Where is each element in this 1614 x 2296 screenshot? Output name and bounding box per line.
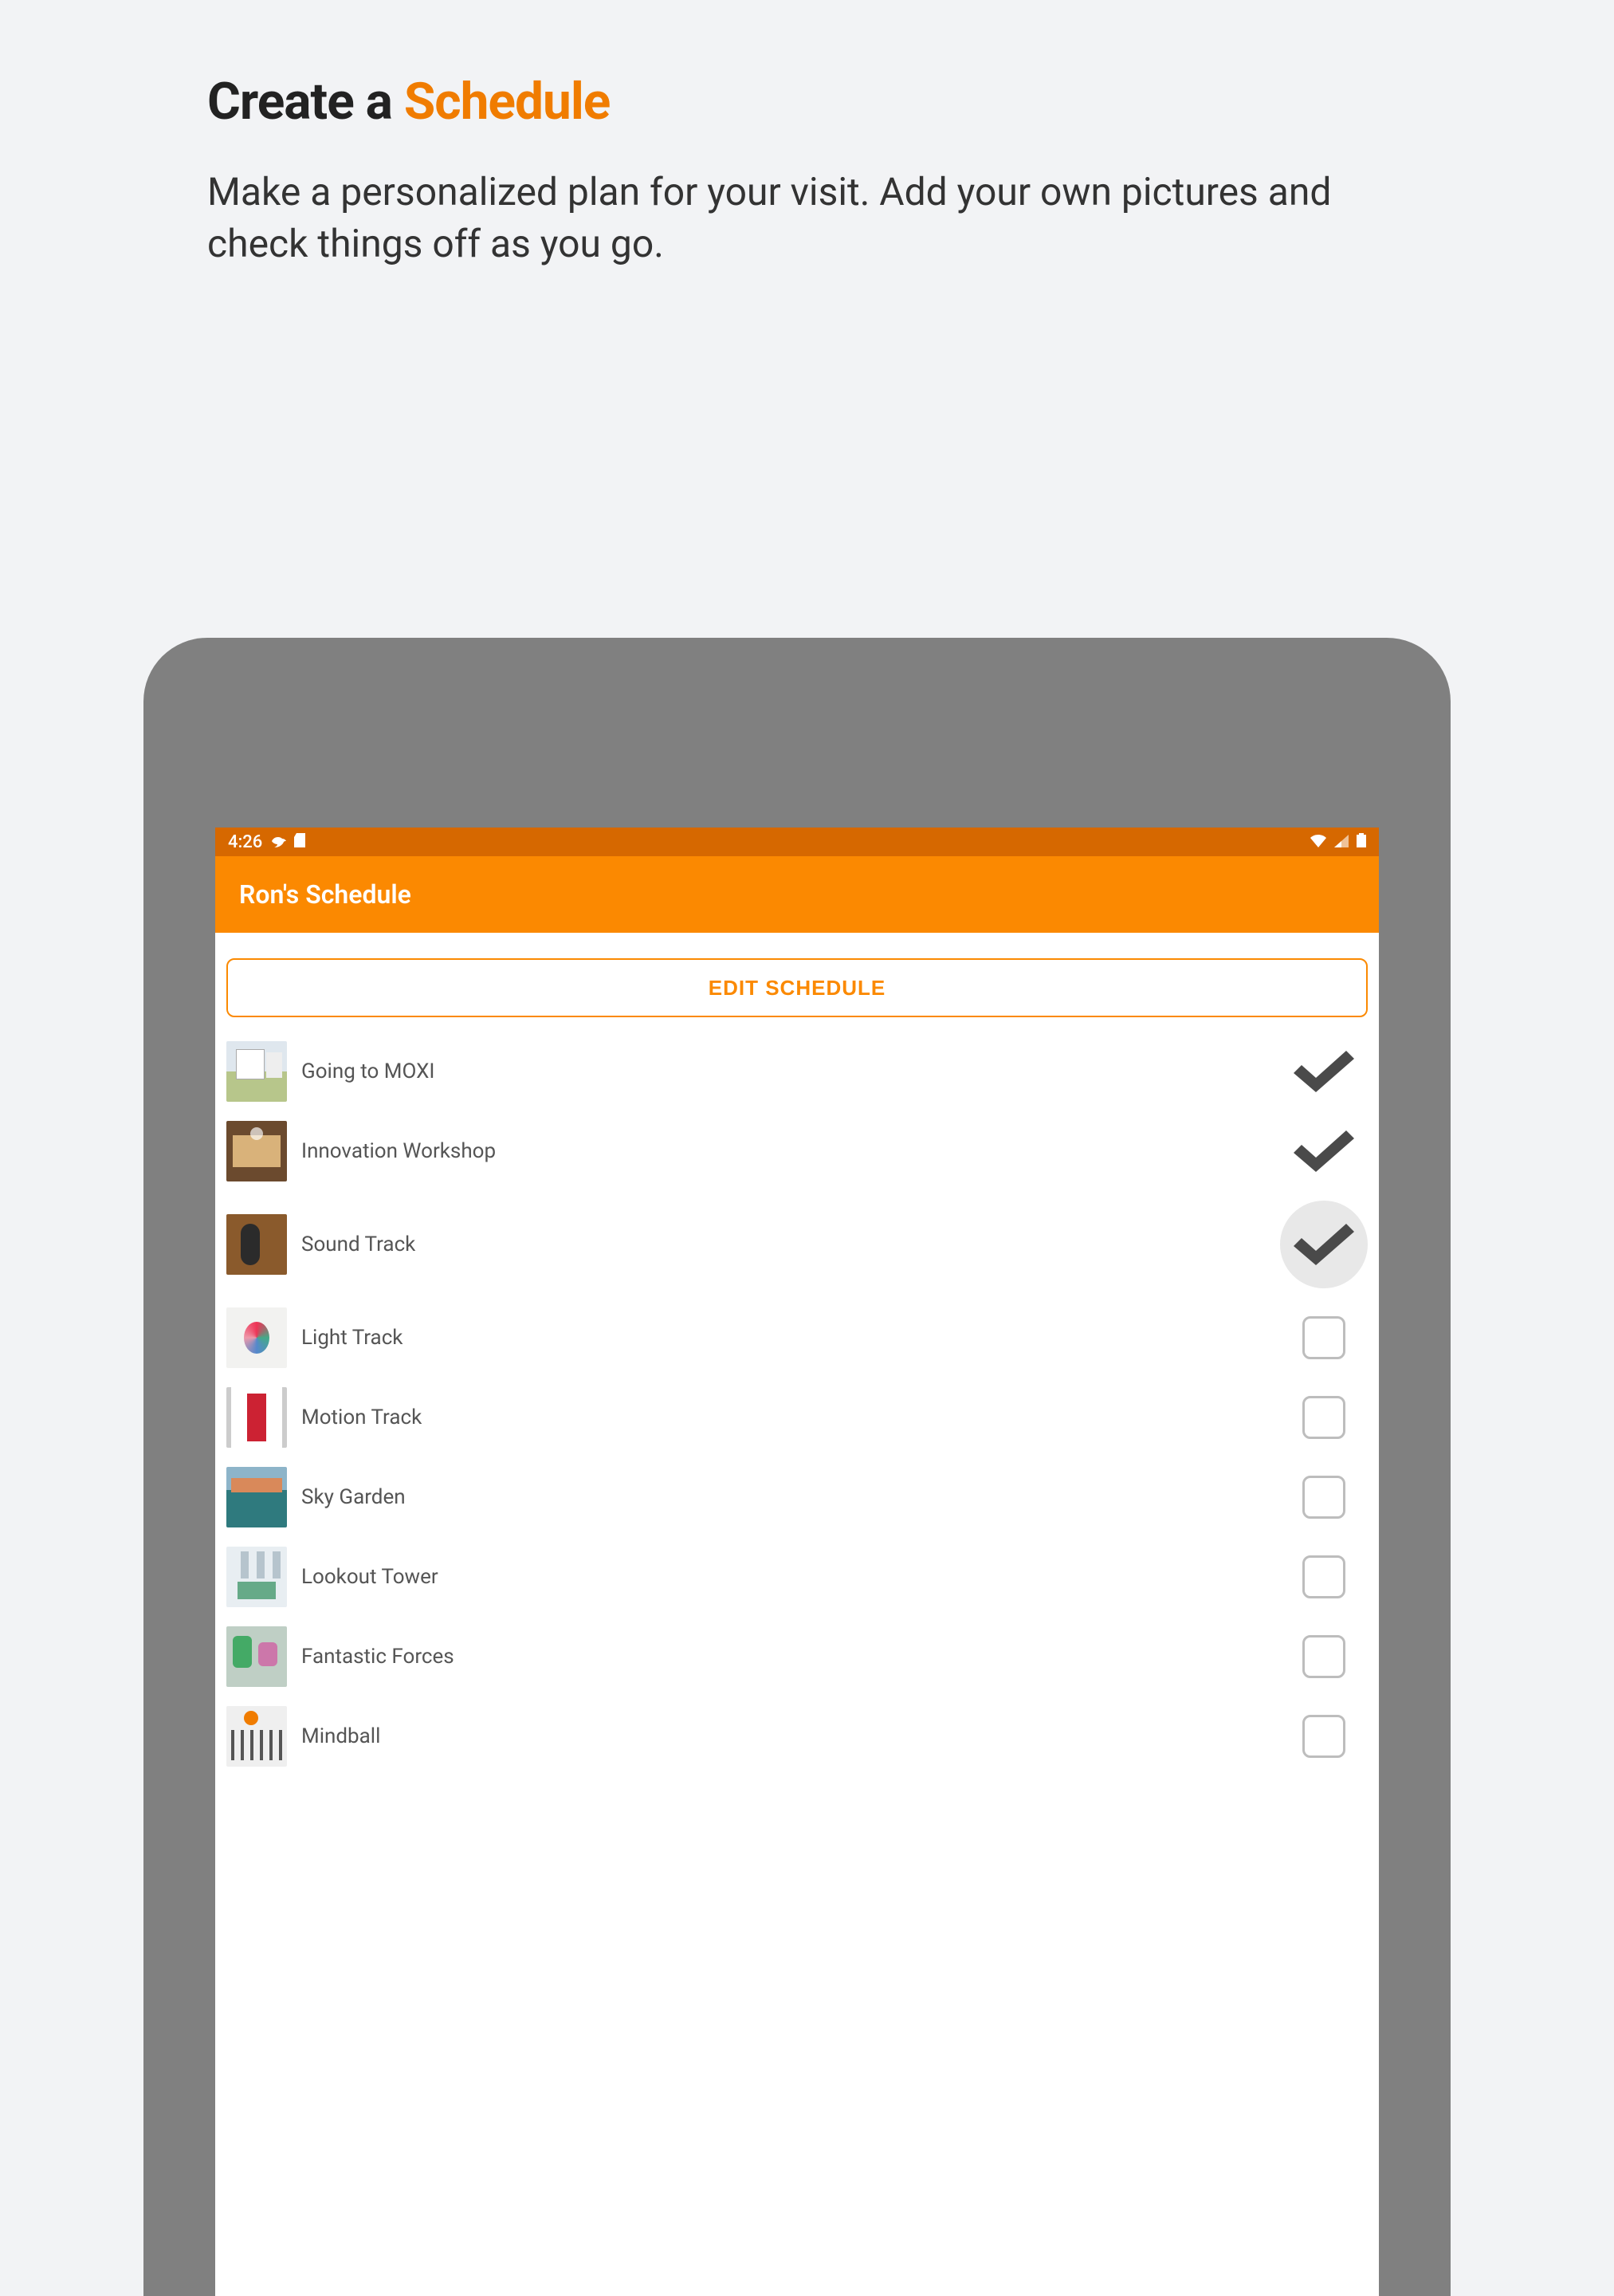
item-check[interactable]: [1280, 1051, 1368, 1092]
schedule-row[interactable]: Going to MOXI: [215, 1032, 1379, 1111]
item-check[interactable]: [1280, 1555, 1368, 1598]
checkmark-icon: [1294, 1051, 1354, 1092]
schedule-row[interactable]: Motion Track: [215, 1378, 1379, 1457]
checkbox-empty[interactable]: [1302, 1476, 1345, 1519]
page-subtitle: Make a personalized plan for your visit.…: [207, 167, 1403, 270]
page-title: Create a Schedule: [207, 72, 1407, 132]
schedule-row[interactable]: Sound Track: [215, 1191, 1379, 1298]
status-bar: 4:26: [215, 828, 1379, 856]
item-thumbnail: [226, 1467, 287, 1527]
item-check[interactable]: [1280, 1635, 1368, 1678]
item-thumbnail: [226, 1121, 287, 1181]
item-thumbnail: [226, 1387, 287, 1448]
checkbox-empty[interactable]: [1302, 1555, 1345, 1598]
item-check[interactable]: [1280, 1316, 1368, 1359]
checkbox-empty[interactable]: [1302, 1635, 1345, 1678]
item-check[interactable]: [1280, 1476, 1368, 1519]
app-screen: 4:26 Ron's Schedu: [215, 828, 1379, 2296]
schedule-list: Going to MOXI Innovation Workshop Sound Tr…: [215, 1032, 1379, 2296]
item-label: Sky Garden: [301, 1485, 1266, 1509]
item-label: Mindball: [301, 1724, 1266, 1748]
item-label: Fantastic Forces: [301, 1645, 1266, 1669]
item-check[interactable]: [1280, 1715, 1368, 1758]
schedule-row[interactable]: Innovation Workshop: [215, 1111, 1379, 1191]
schedule-row[interactable]: Lookout Tower: [215, 1537, 1379, 1617]
signal-icon: [1334, 832, 1349, 852]
edit-schedule-button[interactable]: EDIT SCHEDULE: [226, 958, 1368, 1017]
battery-icon: [1357, 832, 1366, 852]
checkbox-empty[interactable]: [1302, 1316, 1345, 1359]
item-label: Going to MOXI: [301, 1060, 1266, 1083]
item-thumbnail: [226, 1626, 287, 1687]
item-thumbnail: [226, 1547, 287, 1607]
checkmark-icon: [1294, 1130, 1354, 1172]
checkmark-icon: [1294, 1224, 1354, 1265]
item-label: Lookout Tower: [301, 1565, 1266, 1589]
wifi-icon: [1310, 832, 1326, 852]
checkbox-empty[interactable]: [1302, 1715, 1345, 1758]
app-bar-title: Ron's Schedule: [239, 879, 411, 910]
schedule-row[interactable]: Fantastic Forces: [215, 1617, 1379, 1696]
item-label: Innovation Workshop: [301, 1139, 1266, 1163]
schedule-row[interactable]: Mindball: [215, 1696, 1379, 1776]
bird-icon: [270, 832, 286, 852]
sd-card-icon: [294, 832, 305, 852]
item-label: Light Track: [301, 1326, 1266, 1350]
title-accent: Schedule: [404, 72, 611, 132]
checkbox-empty[interactable]: [1302, 1396, 1345, 1439]
item-thumbnail: [226, 1706, 287, 1767]
status-time: 4:26: [228, 832, 262, 852]
item-check[interactable]: [1280, 1130, 1368, 1172]
item-thumbnail: [226, 1307, 287, 1368]
item-thumbnail: [226, 1214, 287, 1275]
schedule-row[interactable]: Light Track: [215, 1298, 1379, 1378]
active-halo: [1280, 1201, 1368, 1288]
item-check[interactable]: [1280, 1396, 1368, 1439]
item-label: Sound Track: [301, 1233, 1266, 1256]
item-check[interactable]: [1280, 1201, 1368, 1288]
item-label: Motion Track: [301, 1406, 1266, 1429]
schedule-row[interactable]: Sky Garden: [215, 1457, 1379, 1537]
app-bar: Ron's Schedule: [215, 856, 1379, 933]
title-plain: Create a: [207, 72, 404, 132]
tablet-frame: 4:26 Ron's Schedu: [143, 638, 1451, 2296]
item-thumbnail: [226, 1041, 287, 1102]
